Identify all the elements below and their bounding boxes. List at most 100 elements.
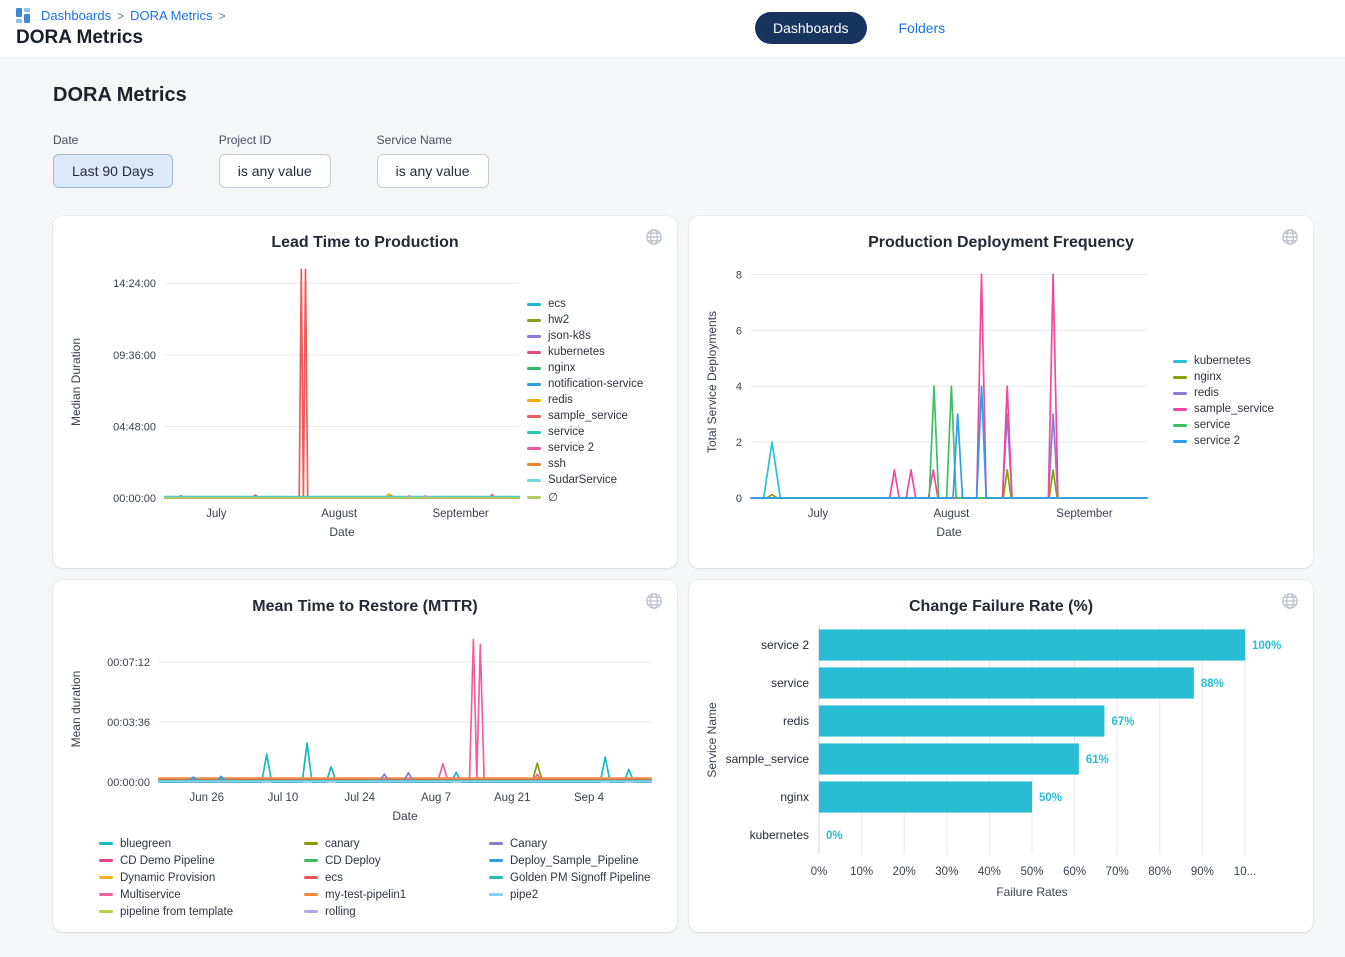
legend-item[interactable]: pipeline from template xyxy=(99,903,304,920)
line-chart-deployment-frequency[interactable]: 02468JulyAugustSeptemberDateTotal Servic… xyxy=(703,252,1155,550)
legend-item[interactable]: ∅ xyxy=(527,490,643,504)
bar-chart-change-failure-rate[interactable]: 0%10%20%30%40%50%60%70%80%90%10...Failur… xyxy=(703,616,1297,912)
legend-label: Canary xyxy=(510,838,547,850)
svg-text:4: 4 xyxy=(736,381,742,393)
legend-item[interactable]: kubernetes xyxy=(1173,355,1274,367)
legend-label: service 2 xyxy=(548,442,594,454)
legend-item[interactable]: Multiservice xyxy=(99,886,304,903)
tab-dashboards[interactable]: Dashboards xyxy=(755,12,867,44)
legend-swatch xyxy=(527,447,541,450)
legend-item[interactable]: service xyxy=(527,426,643,438)
legend-item[interactable]: notification-service xyxy=(527,378,643,390)
filter-service-name-value-button[interactable]: is any value xyxy=(377,154,489,188)
legend-item[interactable]: CD Deploy xyxy=(304,852,489,869)
line-chart-lead-time[interactable]: 00:00:0004:48:0009:36:0014:24:00JulyAugu… xyxy=(67,252,527,550)
breadcrumb-link-dashboards[interactable]: Dashboards xyxy=(41,8,111,23)
svg-text:sample_service: sample_service xyxy=(726,752,810,766)
legend-item[interactable]: sample_service xyxy=(527,410,643,422)
filter-date-label: Date xyxy=(53,133,173,147)
svg-text:00:00:00: 00:00:00 xyxy=(107,777,150,789)
filter-service-name-label: Service Name xyxy=(377,133,489,147)
legend-item[interactable]: service 2 xyxy=(1173,435,1274,447)
legend-swatch xyxy=(1173,424,1187,427)
filter-project-id-value-button[interactable]: is any value xyxy=(219,154,331,188)
legend-swatch xyxy=(99,876,113,879)
svg-text:40%: 40% xyxy=(978,866,1001,878)
legend-swatch xyxy=(99,842,113,845)
globe-icon[interactable] xyxy=(645,228,663,246)
legend-item[interactable]: Canary xyxy=(489,835,704,852)
legend-item[interactable]: canary xyxy=(304,835,489,852)
svg-text:Date: Date xyxy=(329,525,355,539)
legend-item[interactable]: sample_service xyxy=(1173,403,1274,415)
legend-item[interactable]: service 2 xyxy=(527,442,643,454)
filter-bar: Date Last 90 Days Project ID is any valu… xyxy=(53,133,1345,188)
breadcrumb-separator: > xyxy=(117,9,124,23)
legend-label: my-test-pipelin1 xyxy=(325,889,406,901)
legend-item[interactable]: bluegreen xyxy=(99,835,304,852)
tab-folders[interactable]: Folders xyxy=(899,20,946,36)
legend-label: nginx xyxy=(548,362,576,374)
legend-label: ecs xyxy=(325,872,343,884)
legend-item[interactable]: ecs xyxy=(527,298,643,310)
legend-item[interactable]: pipe2 xyxy=(489,886,704,903)
legend-item[interactable]: SudarService xyxy=(527,474,643,486)
svg-text:14:24:00: 14:24:00 xyxy=(113,278,156,290)
svg-text:0%: 0% xyxy=(826,830,843,842)
legend-item[interactable]: Dynamic Provision xyxy=(99,869,304,886)
legend-item[interactable]: Deploy_Sample_Pipeline xyxy=(489,852,704,869)
svg-text:00:07:12: 00:07:12 xyxy=(107,657,150,669)
svg-text:00:00:00: 00:00:00 xyxy=(113,493,156,505)
legend-item[interactable]: ecs xyxy=(304,869,489,886)
legend-item[interactable]: Golden PM Signoff Pipeline xyxy=(489,869,704,886)
globe-icon[interactable] xyxy=(1281,592,1299,610)
legend-label: pipe2 xyxy=(510,889,538,901)
legend-label: canary xyxy=(325,838,360,850)
globe-icon[interactable] xyxy=(645,592,663,610)
legend-item[interactable]: nginx xyxy=(527,362,643,374)
legend-item[interactable]: my-test-pipelin1 xyxy=(304,886,489,903)
legend-item[interactable]: rolling xyxy=(304,903,489,920)
svg-text:60%: 60% xyxy=(1063,866,1086,878)
line-chart-mttr[interactable]: 00:00:0000:03:3600:07:12Jun 26Jul 10Jul … xyxy=(67,616,661,828)
breadcrumb: Dashboards > DORA Metrics > xyxy=(16,8,1329,23)
legend-item[interactable]: CD Demo Pipeline xyxy=(99,852,304,869)
legend-swatch xyxy=(527,351,541,354)
svg-text:90%: 90% xyxy=(1191,866,1214,878)
legend-label: SudarService xyxy=(548,474,617,486)
breadcrumb-link-dora-metrics[interactable]: DORA Metrics xyxy=(130,8,212,23)
legend-swatch xyxy=(527,399,541,402)
legend-swatch xyxy=(527,496,541,499)
svg-text:61%: 61% xyxy=(1086,754,1109,766)
chart-title-change-failure-rate: Change Failure Rate (%) xyxy=(703,598,1299,616)
window-title: DORA Metrics xyxy=(16,27,1329,49)
legend-item[interactable]: nginx xyxy=(1173,371,1274,383)
legend-item[interactable]: kubernetes xyxy=(527,346,643,358)
svg-text:0%: 0% xyxy=(811,866,828,878)
legend-item[interactable]: service xyxy=(1173,419,1274,431)
legend-item[interactable]: hw2 xyxy=(527,314,643,326)
svg-text:100%: 100% xyxy=(1252,640,1281,652)
legend-swatch xyxy=(1173,376,1187,379)
svg-text:service: service xyxy=(771,676,809,690)
legend-label: hw2 xyxy=(548,314,569,326)
filter-date-value-button[interactable]: Last 90 Days xyxy=(53,154,173,188)
legend-mttr: bluegreenCD Demo PipelineDynamic Provisi… xyxy=(67,835,663,920)
legend-item[interactable]: ssh xyxy=(527,458,643,470)
svg-text:88%: 88% xyxy=(1201,678,1224,690)
svg-text:6: 6 xyxy=(736,325,742,337)
legend-label: redis xyxy=(548,394,573,406)
legend-item[interactable]: redis xyxy=(527,394,643,406)
svg-text:nginx: nginx xyxy=(780,790,809,804)
svg-text:50%: 50% xyxy=(1020,866,1043,878)
legend-label: sample_service xyxy=(1194,403,1274,415)
legend-swatch xyxy=(489,876,503,879)
legend-item[interactable]: redis xyxy=(1173,387,1274,399)
svg-text:service 2: service 2 xyxy=(761,638,809,652)
svg-text:10...: 10... xyxy=(1234,866,1256,878)
legend-swatch xyxy=(489,893,503,896)
legend-item[interactable]: json-k8s xyxy=(527,330,643,342)
globe-icon[interactable] xyxy=(1281,228,1299,246)
legend-label: ∅ xyxy=(548,490,558,504)
svg-text:kubernetes: kubernetes xyxy=(750,828,809,842)
